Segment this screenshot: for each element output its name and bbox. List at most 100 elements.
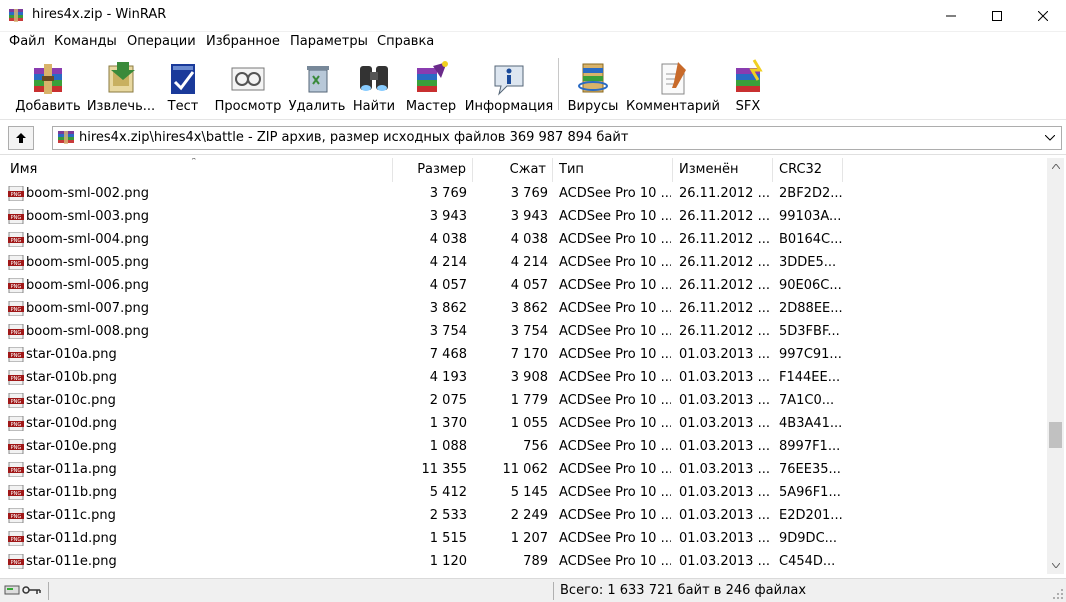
menu-commands[interactable]: Команды [54,34,117,49]
table-row[interactable]: PNG boom-sml-004.png 4 038 4 038 ACDSee Pro … [4,228,1047,251]
file-packed-size: 3 943 [510,209,548,224]
file-packed-size: 3 862 [510,301,548,316]
svg-text:PNG: PNG [11,537,22,543]
file-name: star-011c.png [26,508,116,523]
table-row[interactable]: PNG star-011b.png 5 412 5 145 ACDSee Pro 10 … [4,481,1047,504]
table-row[interactable]: PNG star-010b.png 4 193 3 908 ACDSee Pro 10 … [4,366,1047,389]
table-row[interactable]: PNG star-011d.png 1 515 1 207 ACDSee Pro 10 … [4,527,1047,550]
virus-scan-button[interactable]: Вирусы [566,54,620,116]
png-file-icon: PNG [8,347,24,362]
column-name[interactable]: Имя [4,158,393,182]
file-modified: 01.03.2013 ... [679,370,770,385]
virus-scan-label: Вирусы [567,99,619,114]
png-file-icon: PNG [8,485,24,500]
file-type: ACDSee Pro 10 ... [559,554,671,569]
file-size: 5 412 [429,485,467,500]
file-packed-size: 1 055 [510,416,548,431]
table-row[interactable]: PNG star-010e.png 1 088 756 ACDSee Pro 10 ..… [4,435,1047,458]
add-button[interactable]: Добавить [12,54,84,116]
svg-text:PNG: PNG [11,560,22,566]
address-field[interactable]: hires4x.zip\hires4x\battle - ZIP архив, … [52,126,1062,150]
info-button[interactable]: Информация [464,54,554,116]
file-type: ACDSee Pro 10 ... [559,278,671,293]
view-label: Просмотр [214,99,282,114]
file-type: ACDSee Pro 10 ... [559,186,671,201]
menu-help[interactable]: Справка [377,34,434,49]
table-row[interactable]: PNG boom-sml-005.png 4 214 4 214 ACDSee Pro … [4,251,1047,274]
file-size: 7 468 [429,347,467,362]
table-row[interactable]: PNG boom-sml-006.png 4 057 4 057 ACDSee Pro … [4,274,1047,297]
file-packed-size: 4 214 [510,255,548,270]
file-modified: 26.11.2012 ... [679,301,770,316]
extract-button[interactable]: Извлечь... [86,54,156,116]
file-modified: 01.03.2013 ... [679,462,770,477]
table-row[interactable]: PNG boom-sml-007.png 3 862 3 862 ACDSee Pro … [4,297,1047,320]
delete-button[interactable]: Удалить [288,54,346,116]
sfx-button[interactable]: SFX [724,54,772,116]
file-type: ACDSee Pro 10 ... [559,416,671,431]
column-packed[interactable]: Сжат [473,158,553,182]
test-button[interactable]: Тест [160,54,206,116]
resize-grip-icon[interactable] [1052,588,1064,600]
comment-label: Комментарий [626,99,720,114]
svg-text:PNG: PNG [11,445,22,451]
file-crc: 76EE35... [779,462,841,477]
scrollbar-thumb[interactable] [1049,422,1062,448]
table-row[interactable]: PNG star-011a.png 11 355 11 062 ACDSee Pro 1… [4,458,1047,481]
file-type: ACDSee Pro 10 ... [559,209,671,224]
scroll-down-button[interactable] [1047,557,1064,574]
address-dropdown-button[interactable] [1041,129,1059,147]
winrar-app-icon[interactable] [8,8,24,24]
view-button[interactable]: Просмотр [212,54,284,116]
comment-button[interactable]: Комментарий [626,54,720,116]
column-size[interactable]: Размер [393,158,473,182]
file-type: ACDSee Pro 10 ... [559,439,671,454]
column-type[interactable]: Тип [553,158,673,182]
address-path: hires4x.zip\hires4x\battle - ZIP архив, … [79,130,629,145]
menu-favorites[interactable]: Избранное [206,34,280,49]
file-packed-size: 3 754 [510,324,548,339]
file-packed-size: 2 249 [510,508,548,523]
svg-text:PNG: PNG [11,261,22,267]
minimize-button[interactable] [928,0,974,32]
status-summary: Всего: 1 633 721 байт в 246 файлах [560,583,807,598]
status-bar: Всего: 1 633 721 байт в 246 файлах [0,578,1066,602]
file-name: boom-sml-005.png [26,255,149,270]
menu-options[interactable]: Параметры [290,34,368,49]
close-button[interactable] [1020,0,1066,32]
file-type: ACDSee Pro 10 ... [559,531,671,546]
table-row[interactable]: PNG boom-sml-008.png 3 754 3 754 ACDSee Pro … [4,320,1047,343]
file-name: star-011b.png [26,485,117,500]
column-crc[interactable]: CRC32 [773,158,843,182]
table-row[interactable]: PNG star-011c.png 2 533 2 249 ACDSee Pro 10 … [4,504,1047,527]
png-file-icon: PNG [8,301,24,316]
file-size: 1 120 [429,554,467,569]
wizard-icon [417,61,448,92]
file-size: 11 355 [421,462,468,477]
wizard-button[interactable]: Мастер [404,54,458,116]
file-modified: 01.03.2013 ... [679,393,770,408]
table-row[interactable]: PNG star-010a.png 7 468 7 170 ACDSee Pro 10 … [4,343,1047,366]
file-modified: 26.11.2012 ... [679,324,770,339]
menu-operations[interactable]: Операции [127,34,196,49]
table-row[interactable]: PNG boom-sml-003.png 3 943 3 943 ACDSee Pro … [4,205,1047,228]
file-modified: 26.11.2012 ... [679,232,770,247]
file-packed-size: 756 [523,439,548,454]
menu-file[interactable]: Файл [9,34,45,49]
table-row[interactable]: PNG boom-sml-002.png 3 769 3 769 ACDSee Pro … [4,182,1047,205]
table-row[interactable]: PNG star-010c.png 2 075 1 779 ACDSee Pro 10 … [4,389,1047,412]
table-row[interactable]: PNG star-010d.png 1 370 1 055 ACDSee Pro 10 … [4,412,1047,435]
close-icon [1038,11,1048,21]
vertical-scrollbar[interactable] [1047,158,1064,574]
file-type: ACDSee Pro 10 ... [559,232,671,247]
file-type: ACDSee Pro 10 ... [559,301,671,316]
up-folder-button[interactable] [8,126,34,150]
table-row[interactable]: PNG star-011e.png 1 120 789 ACDSee Pro 10 ..… [4,550,1047,573]
scroll-up-button[interactable] [1047,158,1064,175]
address-bar: hires4x.zip\hires4x\battle - ZIP архив, … [0,121,1066,155]
svg-text:PNG: PNG [11,514,22,520]
file-name: boom-sml-007.png [26,301,149,316]
column-modified[interactable]: Изменён [673,158,773,182]
maximize-button[interactable] [974,0,1020,32]
find-button[interactable]: Найти [352,54,396,116]
